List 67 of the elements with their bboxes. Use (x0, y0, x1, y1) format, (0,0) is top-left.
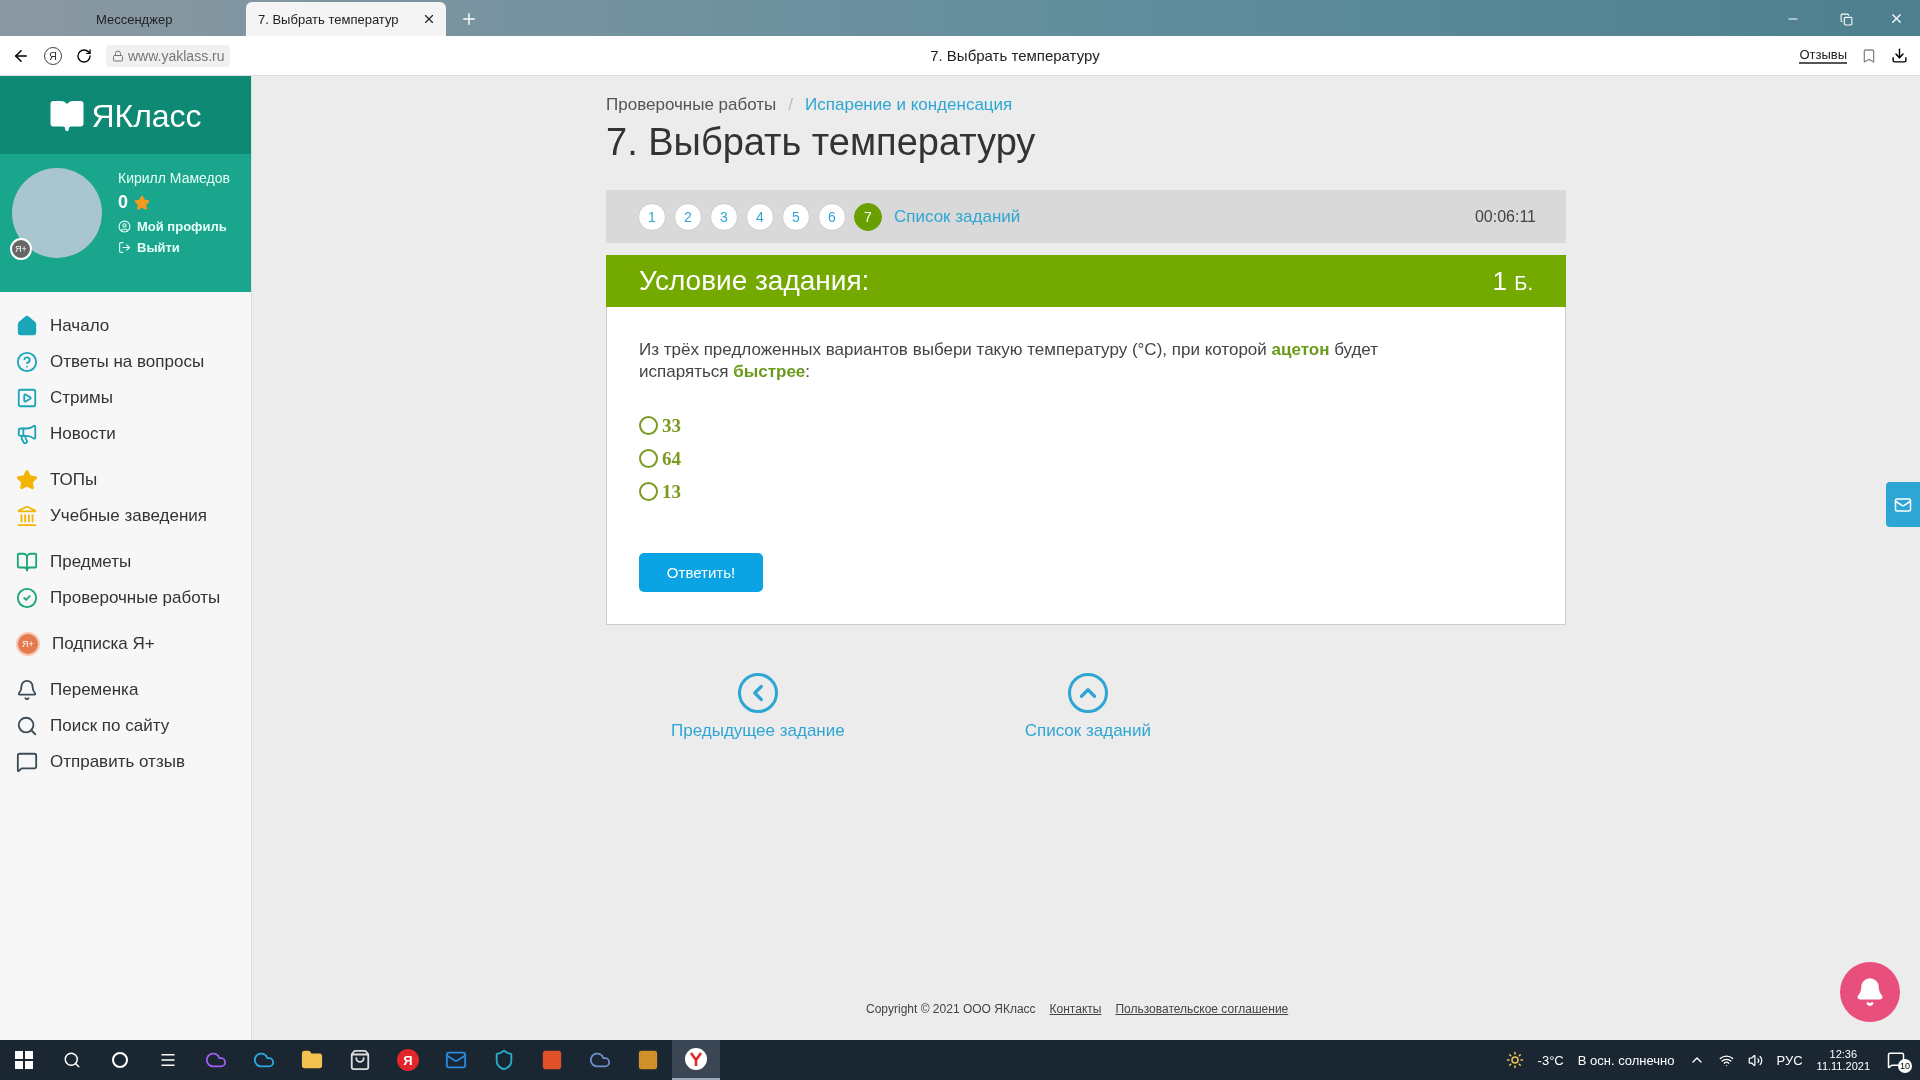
star-icon (16, 468, 38, 491)
user-icon (118, 220, 131, 233)
footer-link[interactable]: Контакты (1049, 1002, 1102, 1016)
chevron-up-icon (1067, 673, 1108, 713)
check-circle-icon (16, 586, 38, 609)
user-name: Кирилл Мамедов (118, 170, 230, 186)
nav-item[interactable]: Предметы (16, 548, 251, 575)
volume-icon[interactable] (1747, 1052, 1763, 1068)
language-indicator[interactable]: РУС (1776, 1052, 1803, 1068)
browser-taskbar-icon[interactable] (672, 1040, 720, 1080)
book-icon (16, 550, 38, 573)
subscription-icon: Я+ (16, 631, 40, 656)
new-tab-icon[interactable] (460, 10, 478, 28)
browser-tab[interactable]: 7. Выбрать температур (246, 2, 446, 36)
footer-link[interactable]: Пользовательское соглашение (1115, 1002, 1289, 1016)
restore-icon[interactable] (1840, 13, 1853, 26)
timer: 00:06:11 (1474, 207, 1536, 226)
building-icon (16, 504, 38, 527)
weather-icon (1505, 1051, 1524, 1069)
temperature: -3°C (1537, 1052, 1564, 1068)
breadcrumb-separator: / (788, 95, 794, 115)
breadcrumb-item[interactable]: Проверочные работы (606, 95, 777, 115)
book-icon (49, 98, 86, 134)
copyright: Copyright © 2021 ООО ЯКласс (866, 1002, 1036, 1016)
search-icon (16, 714, 38, 737)
nav-item[interactable]: ТОПы (16, 466, 251, 493)
nav-item[interactable]: Начало (16, 312, 251, 339)
clock[interactable]: 12:36 11.11.2021 (1816, 1048, 1870, 1072)
reviews-button[interactable]: Отзывы (1799, 47, 1847, 64)
page-heading: 7. Выбрать температуру (606, 121, 1036, 164)
weather-text: В осн. солнечно (1577, 1052, 1675, 1068)
close-icon[interactable] (422, 12, 436, 26)
download-icon[interactable] (1891, 47, 1908, 64)
play-icon (16, 386, 38, 409)
mail-icon[interactable] (1886, 482, 1920, 527)
nav-item[interactable]: Я+ Подписка Я+ (16, 630, 251, 657)
bookmark-icon[interactable] (1861, 47, 1877, 64)
nav-item[interactable]: Проверочные работы (16, 584, 251, 611)
door-icon (118, 241, 131, 254)
chevron-left-icon (737, 673, 778, 713)
network-icon[interactable] (1718, 1052, 1734, 1068)
points-count: 0 (118, 192, 128, 213)
logo-text: ЯКласс (91, 97, 202, 135)
nav-item[interactable]: Отправить отзыв (16, 748, 251, 775)
subscription-badge: Я+ (10, 238, 32, 260)
nav-item[interactable]: Стримы (16, 384, 251, 411)
home-icon (16, 314, 38, 337)
address-field[interactable]: www.yaklass.ru (106, 44, 231, 67)
reload-icon[interactable] (76, 47, 92, 64)
nav-item[interactable]: Новости (16, 420, 251, 447)
nav-item[interactable]: Ответы на вопросы (16, 348, 251, 375)
question-text: Из трёх предложенных вариантов выбери такую температуру (°C), при которой ацетон будет испаряться быстрее: (639, 339, 1380, 383)
task-points: 1 Б. (1492, 265, 1533, 297)
bell-icon[interactable] (1840, 962, 1900, 1022)
nav-item[interactable]: Переменка (16, 676, 251, 703)
task-heading: Условие задания: (639, 265, 870, 297)
taskbar-app[interactable]: Я (384, 1040, 432, 1080)
message-icon (16, 750, 38, 773)
nav-item[interactable]: Учебные заведения (16, 502, 251, 529)
help-icon (16, 350, 38, 373)
page-title: 7. Выбрать температуру (929, 47, 1101, 64)
nav-item[interactable]: Поиск по сайту (16, 712, 251, 739)
lock-icon (112, 49, 124, 62)
browser-tab[interactable]: Мессенджер (66, 2, 246, 36)
megaphone-icon (16, 422, 38, 445)
star-icon (134, 194, 150, 211)
bell-icon (16, 678, 38, 701)
